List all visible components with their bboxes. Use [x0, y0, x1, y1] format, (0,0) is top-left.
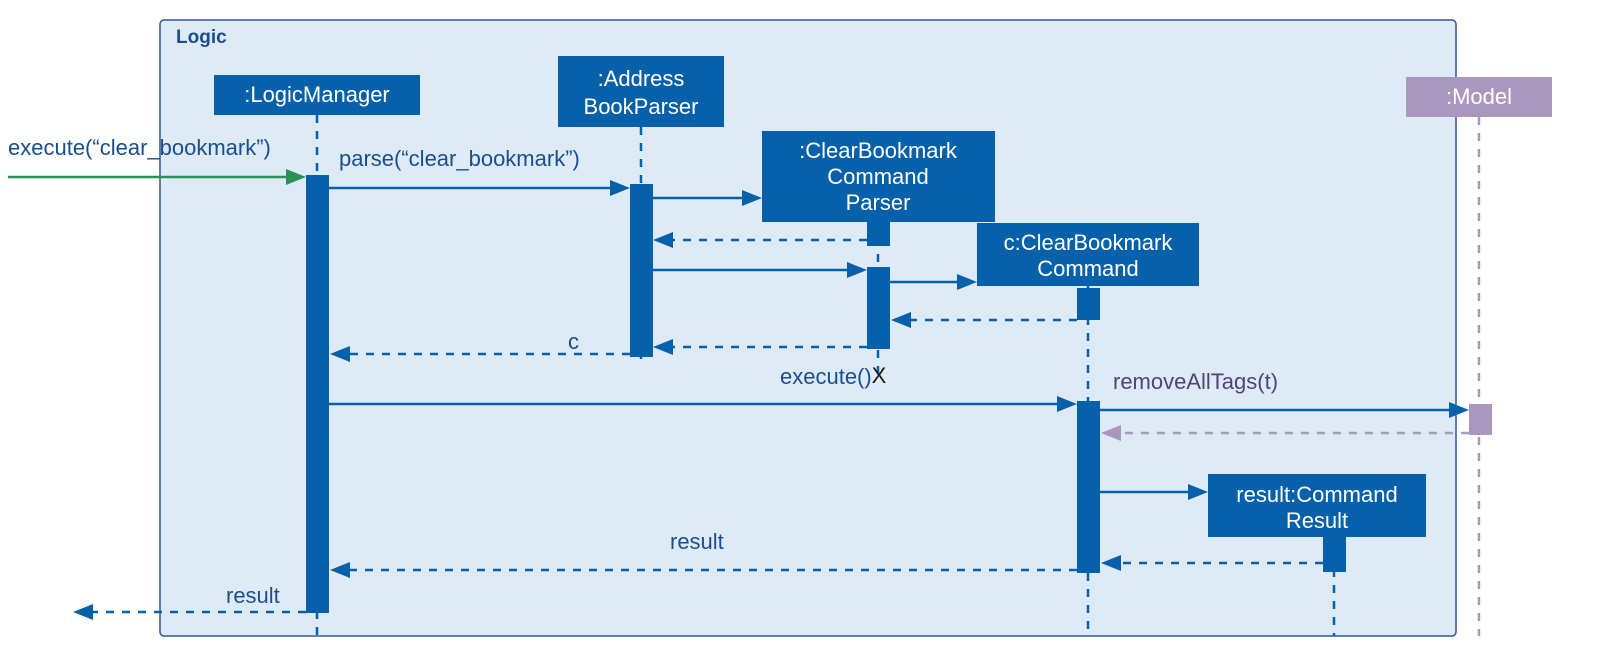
- lbl-c: c: [568, 329, 579, 354]
- lbl-remove-all-tags: removeAllTags(t): [1113, 369, 1278, 394]
- destroy-cbcp: X: [872, 363, 887, 388]
- svg-text:BookParser: BookParser: [584, 94, 699, 119]
- lbl-execute: execute(): [780, 364, 872, 389]
- participant-addressbookparser: :Address BookParser: [558, 56, 724, 127]
- activation-cbcp-1: [867, 222, 890, 246]
- lbl-parse: parse(“clear_bookmark”): [339, 146, 580, 171]
- svg-text:Parser: Parser: [846, 190, 911, 215]
- participant-model: :Model: [1406, 77, 1552, 117]
- activation-logicmanager: [306, 175, 329, 613]
- svg-text:c:ClearBookmark: c:ClearBookmark: [1004, 230, 1174, 255]
- svg-text::Address: :Address: [598, 66, 685, 91]
- lbl-result-1: result: [670, 529, 724, 554]
- svg-text::LogicManager: :LogicManager: [244, 82, 390, 107]
- sequence-diagram: Logic :LogicManager :Address BookParser …: [0, 0, 1601, 650]
- svg-text::Model: :Model: [1446, 84, 1512, 109]
- participant-clearbookmarkcommandparser: :ClearBookmark Command Parser: [762, 131, 995, 222]
- svg-text::ClearBookmark: :ClearBookmark: [799, 138, 958, 163]
- participant-commandresult: result:Command Result: [1208, 474, 1426, 537]
- frame-label: Logic: [176, 27, 227, 48]
- activation-cbcp-2: [867, 267, 890, 349]
- activation-cbc-1: [1077, 288, 1100, 320]
- activation-commandresult: [1323, 537, 1346, 572]
- svg-text:Result: Result: [1286, 508, 1348, 533]
- lbl-execute-in: execute(“clear_bookmark”): [8, 135, 271, 160]
- participant-logicmanager: :LogicManager: [214, 75, 420, 115]
- lbl-result-2: result: [226, 583, 280, 608]
- activation-addressbookparser: [630, 184, 653, 357]
- activation-model: [1469, 404, 1492, 435]
- participant-clearbookmarkcommand: c:ClearBookmark Command: [977, 223, 1199, 286]
- activation-cbc-2: [1077, 401, 1100, 573]
- svg-text:Command: Command: [1037, 256, 1138, 281]
- svg-text:result:Command: result:Command: [1236, 482, 1397, 507]
- svg-text:Command: Command: [827, 164, 928, 189]
